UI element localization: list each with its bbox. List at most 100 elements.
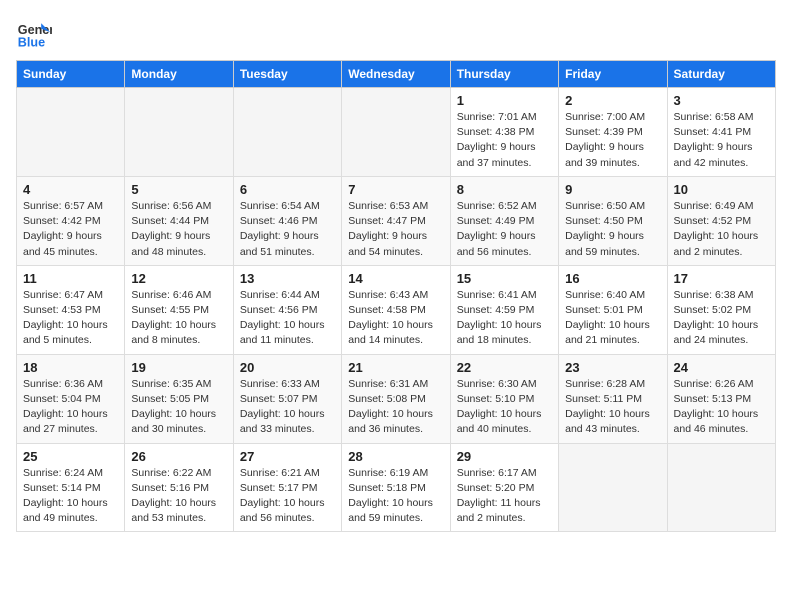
day-info: Sunrise: 6:40 AM Sunset: 5:01 PM Dayligh…	[565, 288, 660, 349]
day-header-sunday: Sunday	[17, 61, 125, 88]
day-number: 29	[457, 449, 552, 464]
day-info: Sunrise: 6:50 AM Sunset: 4:50 PM Dayligh…	[565, 199, 660, 260]
day-info: Sunrise: 6:38 AM Sunset: 5:02 PM Dayligh…	[674, 288, 769, 349]
day-number: 24	[674, 360, 769, 375]
day-number: 18	[23, 360, 118, 375]
day-info: Sunrise: 6:22 AM Sunset: 5:16 PM Dayligh…	[131, 466, 226, 527]
day-number: 19	[131, 360, 226, 375]
day-number: 5	[131, 182, 226, 197]
day-number: 3	[674, 93, 769, 108]
day-number: 22	[457, 360, 552, 375]
day-info: Sunrise: 6:47 AM Sunset: 4:53 PM Dayligh…	[23, 288, 118, 349]
week-row-5: 25 Sunrise: 6:24 AM Sunset: 5:14 PM Dayli…	[17, 443, 776, 532]
calendar-cell: 6Sunrise: 6:54 AM Sunset: 4:46 PM Daylig…	[233, 176, 341, 265]
calendar-cell: 15 Sunrise: 6:41 AM Sunset: 4:59 PM Dayli…	[450, 265, 558, 354]
calendar-cell: 23 Sunrise: 6:28 AM Sunset: 5:11 PM Dayli…	[559, 354, 667, 443]
calendar-header-row: SundayMondayTuesdayWednesdayThursdayFrid…	[17, 61, 776, 88]
calendar-cell	[17, 88, 125, 177]
day-info: Sunrise: 6:26 AM Sunset: 5:13 PM Dayligh…	[674, 377, 769, 438]
week-row-3: 11 Sunrise: 6:47 AM Sunset: 4:53 PM Dayli…	[17, 265, 776, 354]
calendar-cell	[342, 88, 450, 177]
day-info: Sunrise: 6:54 AM Sunset: 4:46 PM Dayligh…	[240, 199, 335, 260]
calendar-cell: 29 Sunrise: 6:17 AM Sunset: 5:20 PM Dayli…	[450, 443, 558, 532]
calendar-cell: 16 Sunrise: 6:40 AM Sunset: 5:01 PM Dayli…	[559, 265, 667, 354]
day-header-wednesday: Wednesday	[342, 61, 450, 88]
day-info: Sunrise: 6:30 AM Sunset: 5:10 PM Dayligh…	[457, 377, 552, 438]
calendar-cell	[667, 443, 775, 532]
calendar-cell: 10 Sunrise: 6:49 AM Sunset: 4:52 PM Dayli…	[667, 176, 775, 265]
day-info: Sunrise: 6:56 AM Sunset: 4:44 PM Dayligh…	[131, 199, 226, 260]
calendar-table: SundayMondayTuesdayWednesdayThursdayFrid…	[16, 60, 776, 532]
page-header: General Blue	[16, 16, 776, 52]
day-info: Sunrise: 6:35 AM Sunset: 5:05 PM Dayligh…	[131, 377, 226, 438]
day-info: Sunrise: 6:17 AM Sunset: 5:20 PM Dayligh…	[457, 466, 552, 527]
day-info: Sunrise: 6:43 AM Sunset: 4:58 PM Dayligh…	[348, 288, 443, 349]
calendar-cell: 7 Sunrise: 6:53 AM Sunset: 4:47 PM Daylig…	[342, 176, 450, 265]
day-info: Sunrise: 6:31 AM Sunset: 5:08 PM Dayligh…	[348, 377, 443, 438]
day-header-monday: Monday	[125, 61, 233, 88]
day-info: Sunrise: 7:00 AM Sunset: 4:39 PM Dayligh…	[565, 110, 660, 171]
calendar-cell: 8Sunrise: 6:52 AM Sunset: 4:49 PM Daylig…	[450, 176, 558, 265]
calendar-cell: 1Sunrise: 7:01 AM Sunset: 4:38 PM Daylig…	[450, 88, 558, 177]
calendar-cell	[125, 88, 233, 177]
calendar-cell: 14 Sunrise: 6:43 AM Sunset: 4:58 PM Dayli…	[342, 265, 450, 354]
calendar-cell: 25 Sunrise: 6:24 AM Sunset: 5:14 PM Dayli…	[17, 443, 125, 532]
day-header-saturday: Saturday	[667, 61, 775, 88]
day-number: 16	[565, 271, 660, 286]
day-number: 27	[240, 449, 335, 464]
calendar-cell: 9Sunrise: 6:50 AM Sunset: 4:50 PM Daylig…	[559, 176, 667, 265]
day-number: 2	[565, 93, 660, 108]
day-number: 13	[240, 271, 335, 286]
day-number: 23	[565, 360, 660, 375]
day-number: 11	[23, 271, 118, 286]
calendar-cell: 24 Sunrise: 6:26 AM Sunset: 5:13 PM Dayli…	[667, 354, 775, 443]
calendar-cell: 22 Sunrise: 6:30 AM Sunset: 5:10 PM Dayli…	[450, 354, 558, 443]
calendar-cell: 28 Sunrise: 6:19 AM Sunset: 5:18 PM Dayli…	[342, 443, 450, 532]
calendar-cell: 11 Sunrise: 6:47 AM Sunset: 4:53 PM Dayli…	[17, 265, 125, 354]
day-info: Sunrise: 6:53 AM Sunset: 4:47 PM Dayligh…	[348, 199, 443, 260]
day-info: Sunrise: 6:41 AM Sunset: 4:59 PM Dayligh…	[457, 288, 552, 349]
day-number: 28	[348, 449, 443, 464]
calendar-cell: 4Sunrise: 6:57 AM Sunset: 4:42 PM Daylig…	[17, 176, 125, 265]
calendar-cell: 18 Sunrise: 6:36 AM Sunset: 5:04 PM Dayli…	[17, 354, 125, 443]
calendar-cell: 26 Sunrise: 6:22 AM Sunset: 5:16 PM Dayli…	[125, 443, 233, 532]
calendar-cell	[233, 88, 341, 177]
day-number: 20	[240, 360, 335, 375]
week-row-2: 4Sunrise: 6:57 AM Sunset: 4:42 PM Daylig…	[17, 176, 776, 265]
day-number: 14	[348, 271, 443, 286]
svg-text:Blue: Blue	[18, 36, 45, 50]
day-info: Sunrise: 6:21 AM Sunset: 5:17 PM Dayligh…	[240, 466, 335, 527]
calendar-cell: 12Sunrise: 6:46 AM Sunset: 4:55 PM Dayli…	[125, 265, 233, 354]
calendar-cell: 20 Sunrise: 6:33 AM Sunset: 5:07 PM Dayli…	[233, 354, 341, 443]
logo-icon: General Blue	[16, 16, 52, 52]
day-number: 17	[674, 271, 769, 286]
day-info: Sunrise: 6:19 AM Sunset: 5:18 PM Dayligh…	[348, 466, 443, 527]
calendar-cell: 5 Sunrise: 6:56 AM Sunset: 4:44 PM Daylig…	[125, 176, 233, 265]
calendar-cell: 21Sunrise: 6:31 AM Sunset: 5:08 PM Dayli…	[342, 354, 450, 443]
day-info: Sunrise: 6:28 AM Sunset: 5:11 PM Dayligh…	[565, 377, 660, 438]
day-number: 1	[457, 93, 552, 108]
day-info: Sunrise: 6:24 AM Sunset: 5:14 PM Dayligh…	[23, 466, 118, 527]
day-number: 7	[348, 182, 443, 197]
calendar-cell: 19 Sunrise: 6:35 AM Sunset: 5:05 PM Dayli…	[125, 354, 233, 443]
day-number: 10	[674, 182, 769, 197]
day-info: Sunrise: 6:52 AM Sunset: 4:49 PM Dayligh…	[457, 199, 552, 260]
calendar-cell: 17 Sunrise: 6:38 AM Sunset: 5:02 PM Dayli…	[667, 265, 775, 354]
day-number: 25	[23, 449, 118, 464]
week-row-1: 1Sunrise: 7:01 AM Sunset: 4:38 PM Daylig…	[17, 88, 776, 177]
day-info: Sunrise: 6:33 AM Sunset: 5:07 PM Dayligh…	[240, 377, 335, 438]
day-number: 26	[131, 449, 226, 464]
calendar-cell	[559, 443, 667, 532]
calendar-cell: 13Sunrise: 6:44 AM Sunset: 4:56 PM Dayli…	[233, 265, 341, 354]
day-number: 15	[457, 271, 552, 286]
day-header-tuesday: Tuesday	[233, 61, 341, 88]
day-info: Sunrise: 6:49 AM Sunset: 4:52 PM Dayligh…	[674, 199, 769, 260]
day-number: 4	[23, 182, 118, 197]
calendar-cell: 3 Sunrise: 6:58 AM Sunset: 4:41 PM Daylig…	[667, 88, 775, 177]
day-header-friday: Friday	[559, 61, 667, 88]
calendar-cell: 2 Sunrise: 7:00 AM Sunset: 4:39 PM Daylig…	[559, 88, 667, 177]
day-number: 12	[131, 271, 226, 286]
calendar-cell: 27 Sunrise: 6:21 AM Sunset: 5:17 PM Dayli…	[233, 443, 341, 532]
day-info: Sunrise: 6:58 AM Sunset: 4:41 PM Dayligh…	[674, 110, 769, 171]
day-info: Sunrise: 6:36 AM Sunset: 5:04 PM Dayligh…	[23, 377, 118, 438]
